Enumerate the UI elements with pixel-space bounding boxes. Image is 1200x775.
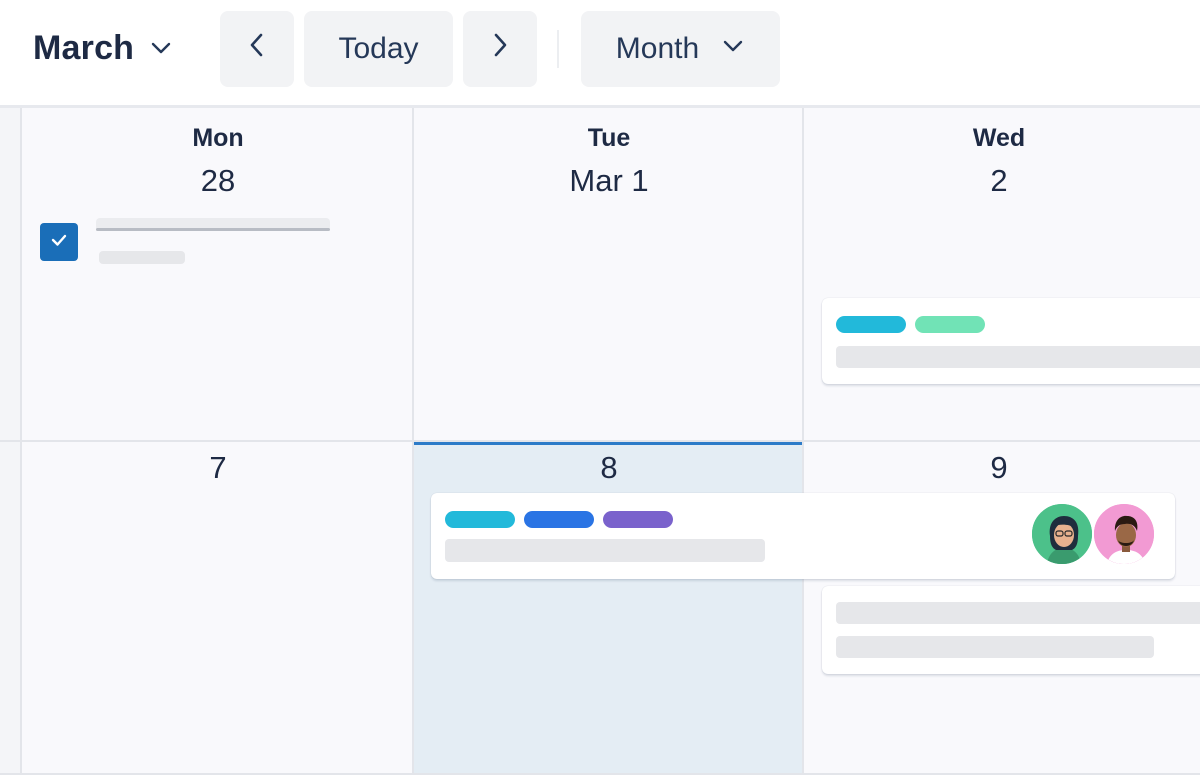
event-card[interactable] xyxy=(822,298,1200,384)
task-checkbox[interactable] xyxy=(40,223,78,261)
day-number[interactable]: 2 xyxy=(804,163,1194,199)
woman-avatar-icon xyxy=(1032,504,1092,564)
day-number[interactable]: 7 xyxy=(23,450,413,486)
day-number[interactable]: 9 xyxy=(804,450,1194,486)
event-label-blue xyxy=(524,511,594,528)
calendar-grid: Mon 28 Tue Mar 1 Wed 2 7 8 9 xyxy=(0,105,1200,775)
today-cell-highlight xyxy=(414,442,802,775)
next-month-button[interactable] xyxy=(463,11,537,87)
event-title-placeholder xyxy=(445,539,765,562)
month-label: March xyxy=(33,28,135,67)
view-selector-label: Month xyxy=(615,32,700,65)
week-divider xyxy=(0,440,1200,442)
today-button-label: Today xyxy=(338,32,419,65)
weekday-label-wed: Wed xyxy=(972,124,1026,152)
event-label-cyan xyxy=(445,511,515,528)
today-button[interactable]: Today xyxy=(304,11,453,87)
event-card[interactable] xyxy=(822,586,1200,674)
day-number[interactable]: Mar 1 xyxy=(414,163,804,199)
avatar[interactable] xyxy=(1030,502,1094,566)
event-subtitle-placeholder xyxy=(836,636,1154,658)
check-icon xyxy=(48,229,70,256)
task-subtitle-placeholder xyxy=(99,251,185,264)
chevron-down-icon xyxy=(148,35,174,61)
chevron-down-icon xyxy=(721,32,745,66)
event-label-cyan xyxy=(836,316,906,333)
multi-day-event-card[interactable] xyxy=(431,493,1175,579)
event-label-mint xyxy=(915,316,985,333)
avatar[interactable] xyxy=(1092,502,1156,566)
weekday-label-tue: Tue xyxy=(587,124,631,152)
calendar-toolbar: March Today Month xyxy=(0,0,1200,105)
event-title-placeholder xyxy=(836,602,1200,624)
view-selector[interactable]: Month xyxy=(581,11,780,87)
chevron-left-icon xyxy=(247,31,267,67)
chevron-right-icon xyxy=(490,31,510,67)
event-title-placeholder xyxy=(836,346,1200,368)
weekday-label-mon: Mon xyxy=(192,124,244,152)
task-strikethrough xyxy=(96,228,330,231)
day-number[interactable]: 8 xyxy=(414,450,804,486)
month-picker[interactable]: March xyxy=(33,26,174,70)
man-avatar-icon xyxy=(1094,504,1154,564)
event-label-purple xyxy=(603,511,673,528)
previous-month-button[interactable] xyxy=(220,11,294,87)
toolbar-divider xyxy=(557,30,559,68)
day-number[interactable]: 28 xyxy=(23,163,413,199)
